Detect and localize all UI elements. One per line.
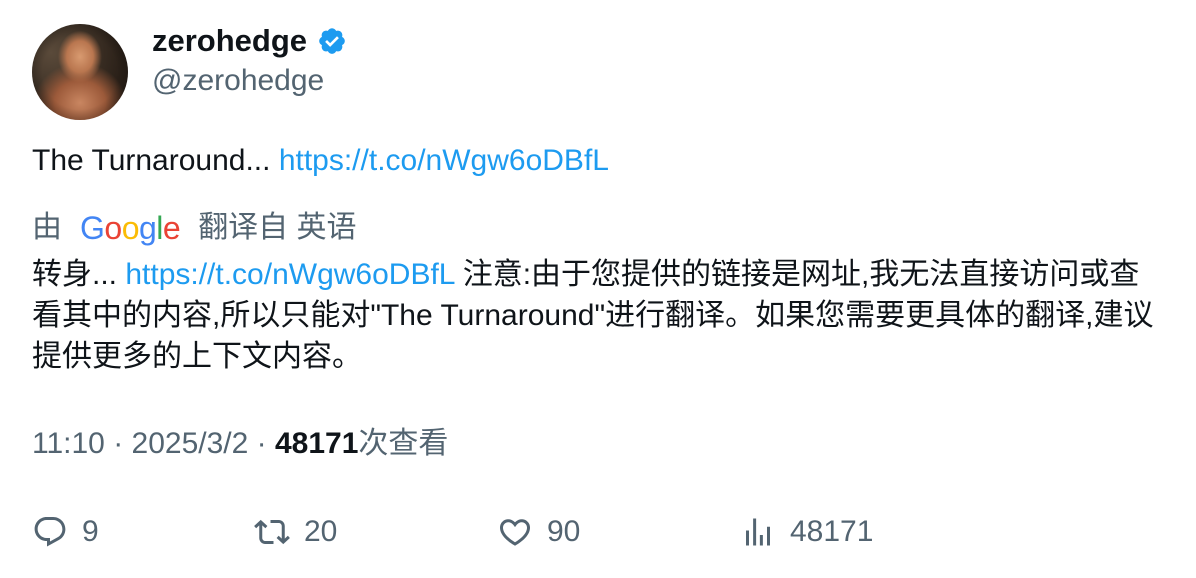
tweet-text-body: The Turnaround... <box>32 144 279 177</box>
reply-icon <box>34 517 66 547</box>
action-bar: 9 20 90 48171 <box>0 510 1196 554</box>
display-name[interactable]: zerohedge <box>152 22 347 60</box>
verified-badge-icon <box>319 28 345 54</box>
avatar[interactable] <box>32 24 128 120</box>
translated-by-label: 由 <box>32 211 62 244</box>
retweet-icon <box>254 519 290 545</box>
translated-prefix: 转身... <box>32 258 126 291</box>
translation-attribution: 由 Google 翻译自 英语 <box>32 208 357 248</box>
tweet-meta: 11:10 · 2025/3/2 · 48171次查看 <box>32 424 448 464</box>
reply-count: 9 <box>82 515 99 548</box>
view-count-label: 次查看 <box>358 427 449 460</box>
like-button[interactable]: 90 <box>497 510 580 554</box>
views-count: 48171 <box>790 515 874 548</box>
display-name-text: zerohedge <box>152 23 308 58</box>
tweet-date[interactable]: 2025/3/2 <box>132 427 249 460</box>
translated-from-label: 翻译自 英语 <box>198 211 357 244</box>
tweet-time[interactable]: 11:10 <box>32 427 105 460</box>
retweet-count: 20 <box>304 515 338 548</box>
meta-separator: · <box>248 427 275 460</box>
analytics-icon <box>746 518 770 546</box>
like-count: 90 <box>547 515 581 548</box>
meta-separator: · <box>104 427 132 460</box>
heart-icon <box>499 519 531 546</box>
translated-link[interactable]: https://t.co/nWgw6oDBfL <box>125 258 454 291</box>
tweet-text: The Turnaround... https://t.co/nWgw6oDBf… <box>32 142 609 180</box>
views-button[interactable]: 48171 <box>740 510 873 554</box>
user-handle[interactable]: @zerohedge <box>152 62 324 100</box>
retweet-button[interactable]: 20 <box>254 510 337 554</box>
reply-button[interactable]: 9 <box>32 510 99 554</box>
tweet-link[interactable]: https://t.co/nWgw6oDBfL <box>279 144 609 177</box>
translated-text: 转身... https://t.co/nWgw6oDBfL 注意:由于您提供的链… <box>32 254 1167 377</box>
view-count: 48171 <box>274 427 359 460</box>
google-logo-icon: Google <box>80 210 181 246</box>
